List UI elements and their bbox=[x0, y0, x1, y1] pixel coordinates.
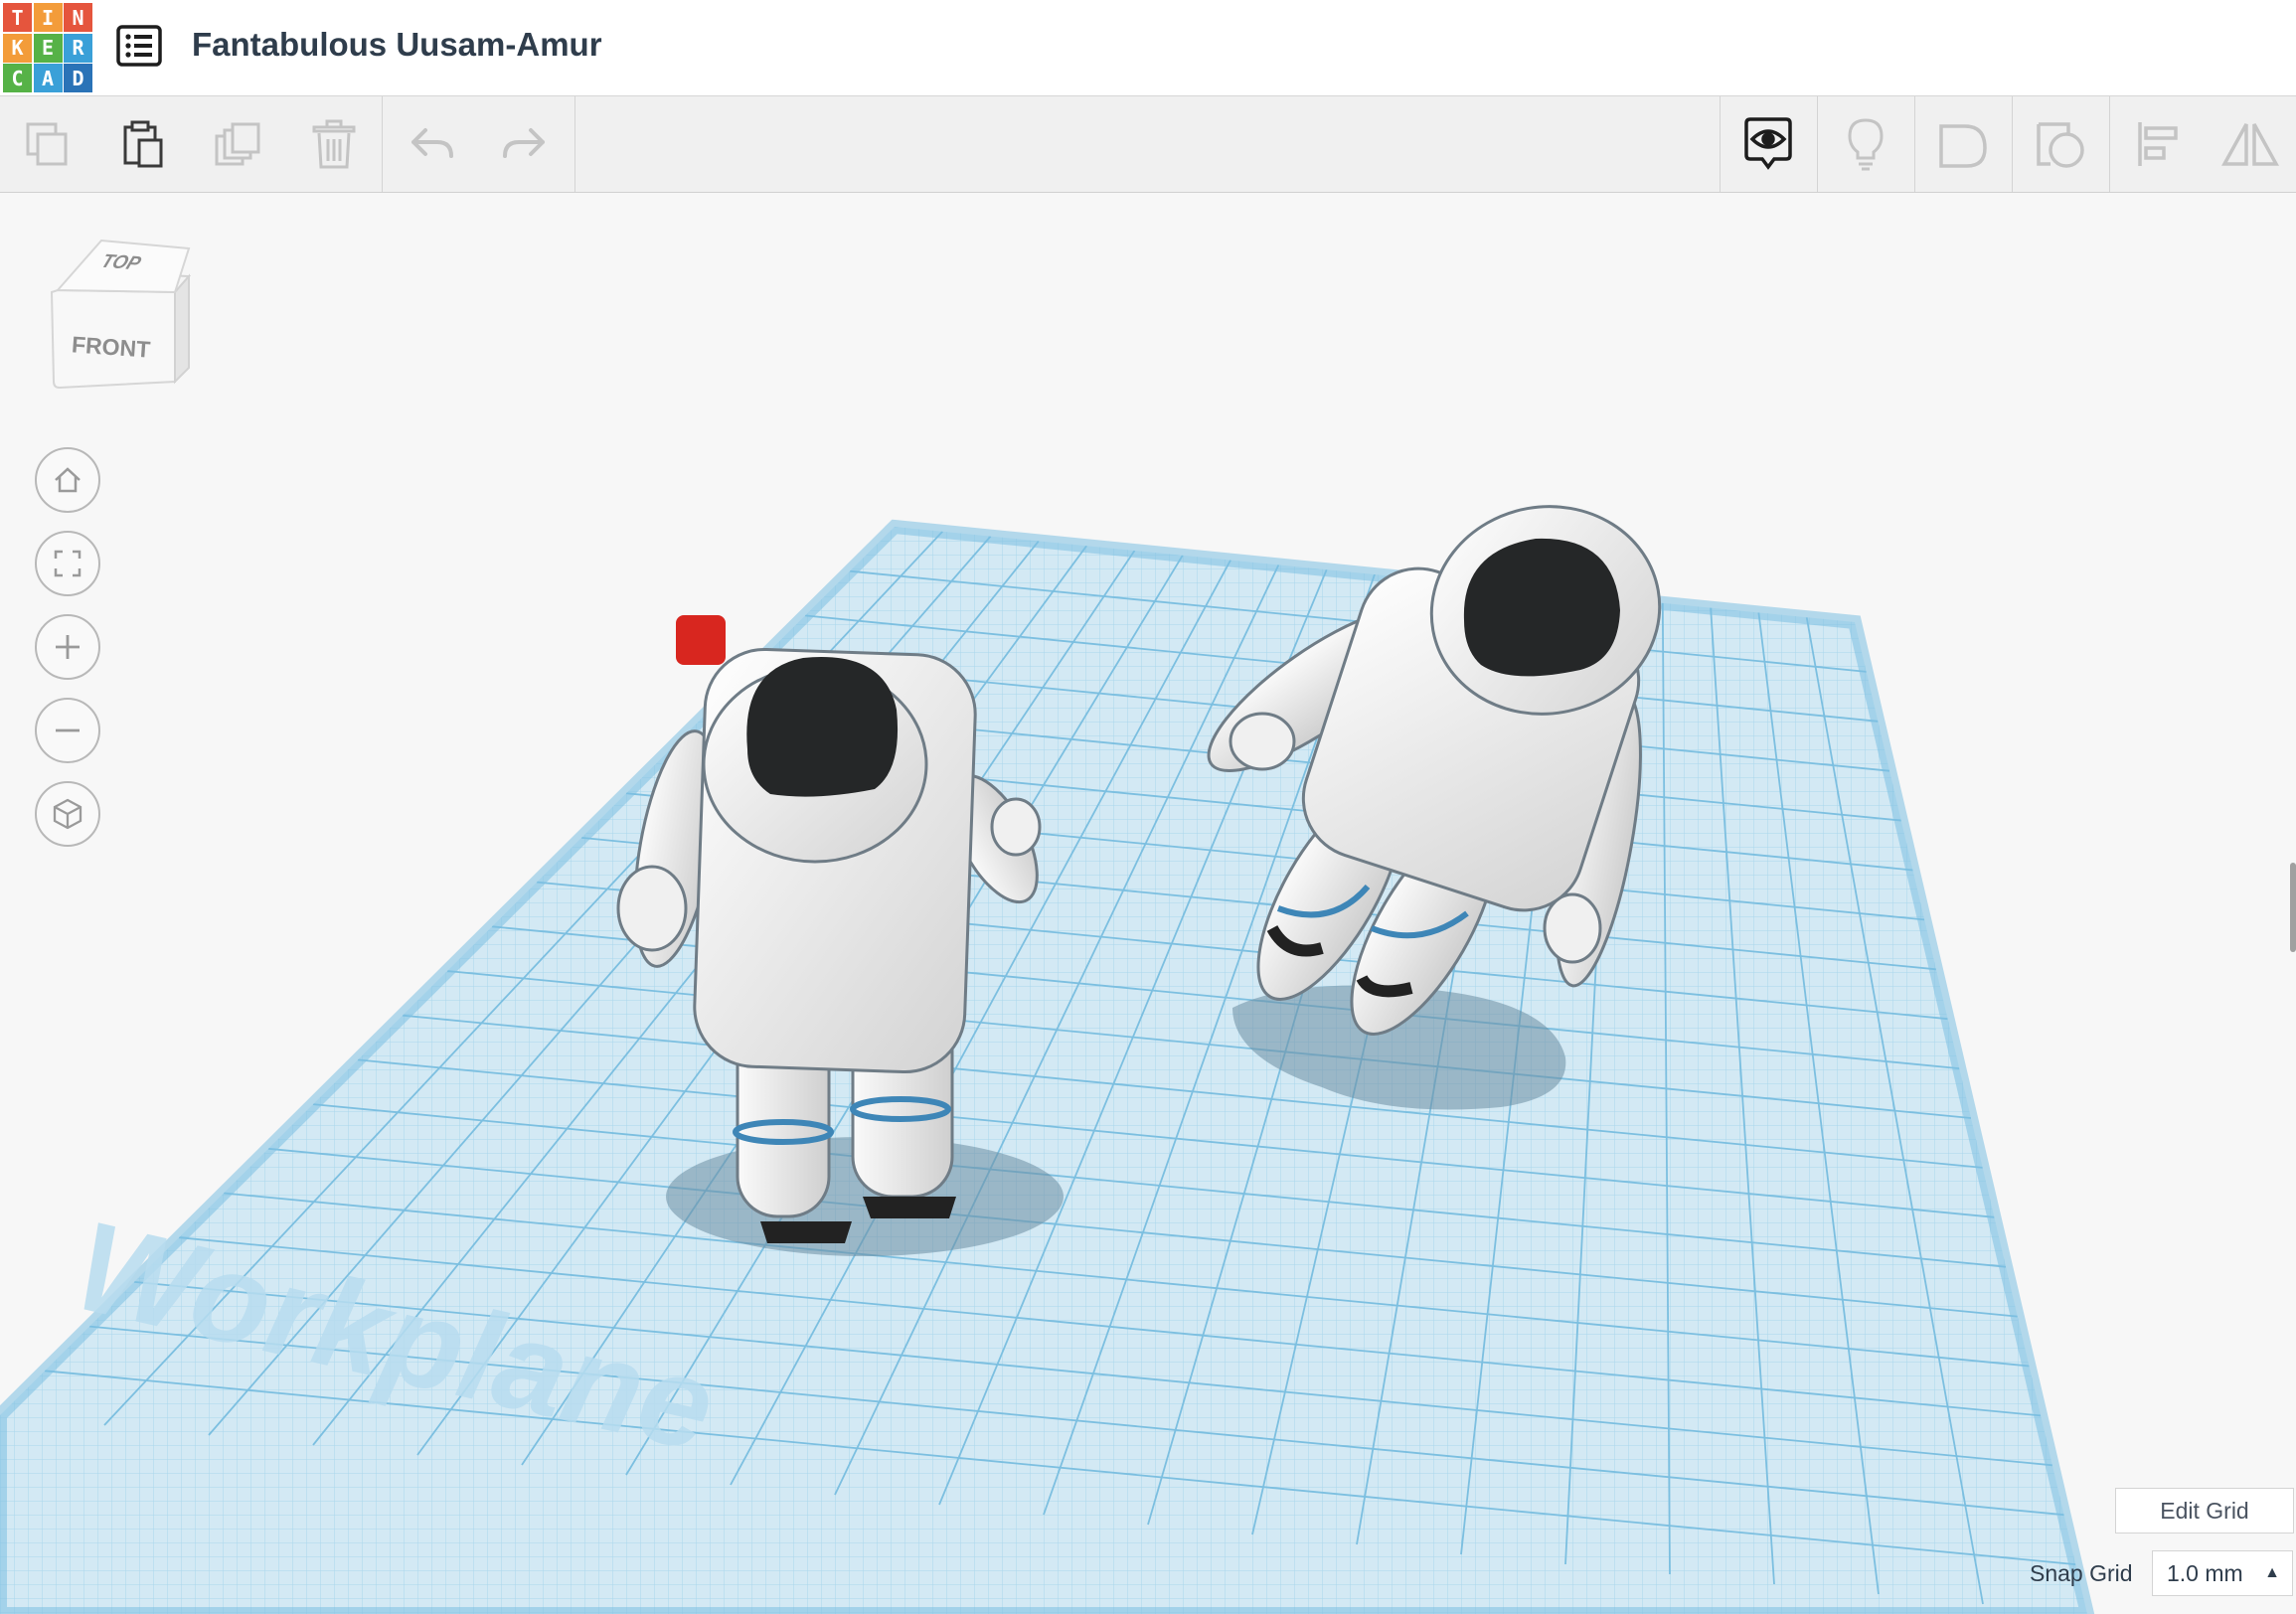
mirror-icon[interactable] bbox=[2203, 96, 2296, 192]
zoom-in-icon[interactable] bbox=[35, 614, 100, 680]
notes-eye-icon[interactable] bbox=[1721, 96, 1816, 192]
paste-icon[interactable] bbox=[95, 96, 191, 192]
view-cube-top-label: TOP bbox=[97, 250, 144, 275]
snap-grid-value: 1.0 mm bbox=[2167, 1559, 2243, 1586]
hole-icon[interactable] bbox=[2013, 96, 2108, 192]
bulb-icon[interactable] bbox=[1818, 96, 1913, 192]
ortho-view-icon[interactable] bbox=[35, 781, 100, 847]
snap-grid-label: Snap Grid bbox=[2030, 1560, 2133, 1586]
redo-icon[interactable] bbox=[477, 96, 573, 192]
3d-viewport[interactable]: Workplane TOP FRONT Edit Grid Snap Grid … bbox=[0, 193, 2296, 1614]
duplicate-icon[interactable] bbox=[191, 96, 286, 192]
home-icon[interactable] bbox=[35, 447, 100, 513]
logo-letter: T bbox=[3, 3, 32, 32]
logo-letter: N bbox=[64, 3, 92, 32]
view-cube-front-label: FRONT bbox=[71, 331, 152, 363]
caret-up-icon: ▲ bbox=[2264, 1564, 2280, 1581]
design-title[interactable]: Fantabulous Uusam-Amur bbox=[192, 26, 602, 64]
logo-letter: E bbox=[33, 33, 63, 63]
logo-letter: K bbox=[3, 33, 32, 63]
delete-icon[interactable] bbox=[286, 96, 382, 192]
copy-icon[interactable] bbox=[0, 96, 95, 192]
tinkercad-logo[interactable]: TIN KER CAD bbox=[3, 3, 92, 92]
logo-letter: I bbox=[33, 3, 63, 32]
shape-icon[interactable] bbox=[1915, 96, 2011, 192]
undo-icon[interactable] bbox=[384, 96, 479, 192]
logo-letter: D bbox=[64, 64, 92, 92]
logo-letter: R bbox=[64, 33, 92, 63]
logo-letter: C bbox=[3, 64, 32, 92]
title-bar: TIN KER CAD Fantabulous Uusam-Amur bbox=[0, 0, 2296, 96]
toolbar bbox=[0, 96, 2296, 193]
logo-letter: A bbox=[33, 64, 63, 92]
zoom-out-icon[interactable] bbox=[35, 698, 100, 763]
view-cube[interactable]: TOP FRONT bbox=[44, 233, 193, 402]
align-icon[interactable] bbox=[2110, 96, 2206, 192]
edit-grid-button[interactable]: Edit Grid bbox=[2115, 1488, 2294, 1533]
snap-grid-select[interactable]: 1.0 mm ▲ bbox=[2152, 1550, 2293, 1596]
fit-view-icon[interactable] bbox=[35, 531, 100, 596]
workplane[interactable]: Workplane bbox=[0, 491, 2296, 1614]
side-panel-handle[interactable] bbox=[2290, 863, 2296, 952]
list-icon[interactable] bbox=[116, 25, 162, 67]
